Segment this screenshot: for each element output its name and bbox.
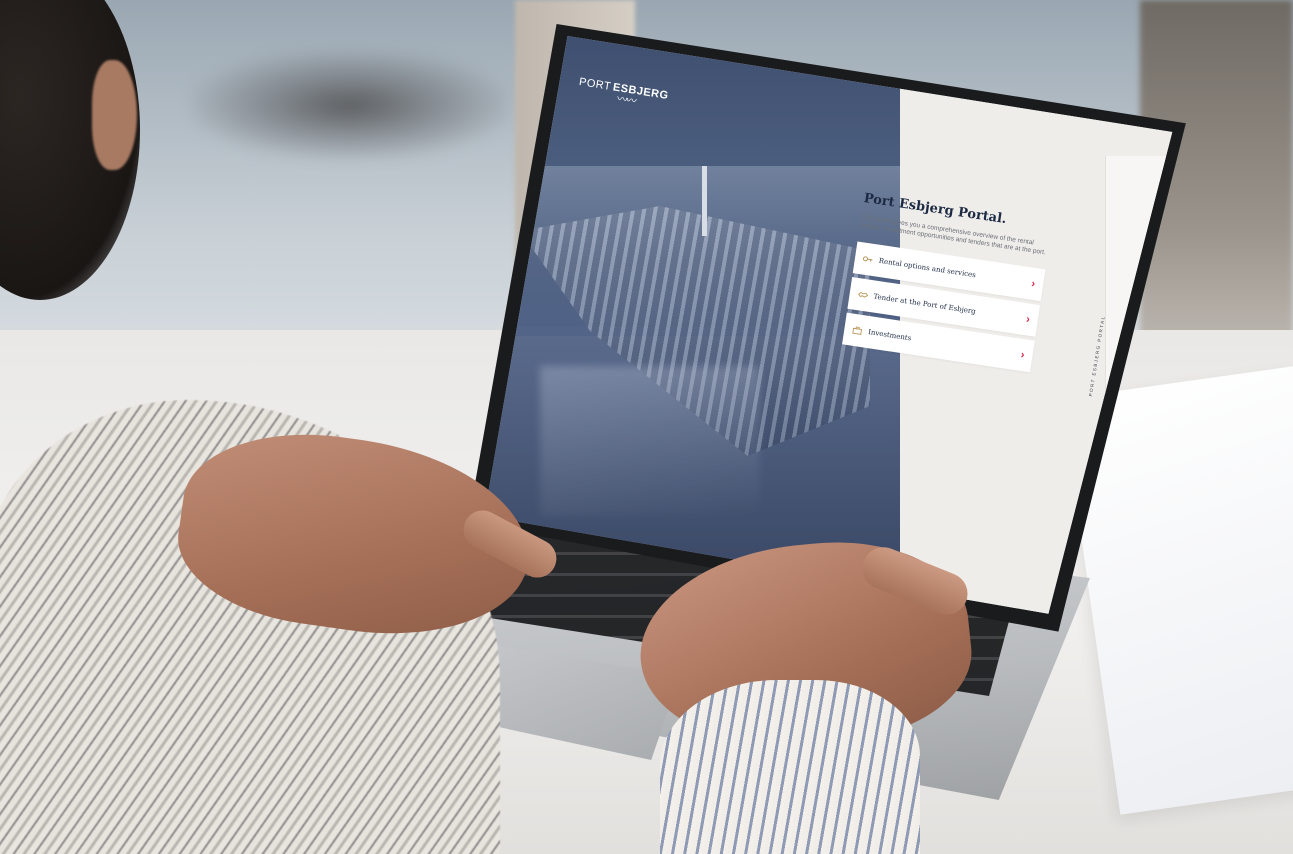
menu-item-label: Tender at the Port of Esbjerg [872, 292, 977, 316]
person-right-sleeve [660, 680, 920, 854]
hero-chimney [702, 166, 707, 236]
portal-menu-panel: Port Esbjerg Portal. This portal gives y… [841, 191, 1062, 378]
logo-word-port: PORT [578, 76, 612, 93]
handshake-icon [857, 290, 874, 300]
chevron-right-icon: › [1019, 348, 1026, 362]
menu-item-label: Rental options and services [878, 256, 977, 280]
background-blur [190, 50, 510, 160]
chevron-right-icon: › [1030, 277, 1036, 291]
chevron-right-icon: › [1025, 313, 1031, 326]
hero-water-reflection [540, 366, 760, 516]
person-ear [92, 60, 137, 170]
key-icon [862, 254, 879, 264]
port-esbjerg-logo[interactable]: PORTESBJERG 〰〰 [577, 76, 669, 111]
briefcase-icon [852, 326, 869, 336]
menu-item-label: Investments [867, 328, 912, 343]
